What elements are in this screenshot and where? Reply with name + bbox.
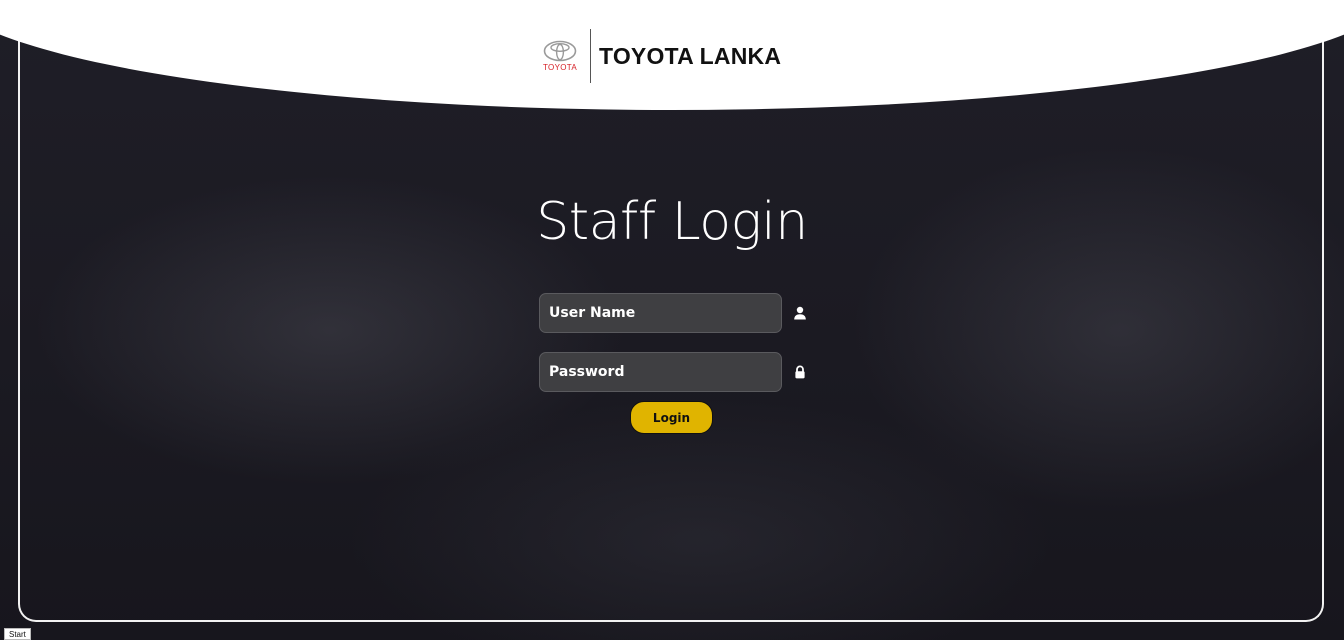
toyota-emblem-icon [543, 40, 577, 62]
lock-icon [793, 364, 807, 379]
logo-text: TOYOTA [543, 63, 577, 72]
brand-header: TOYOTA TOYOTA LANKA [540, 28, 781, 84]
login-button[interactable]: Login [630, 401, 713, 434]
toyota-logo: TOYOTA [540, 34, 580, 78]
brand-divider [590, 29, 591, 83]
password-input[interactable] [539, 352, 782, 392]
start-button[interactable]: Start [4, 628, 31, 640]
user-icon [793, 305, 807, 320]
page-title: Staff Login [536, 192, 808, 252]
login-page: TOYOTA TOYOTA LANKA Staff Login Login St… [0, 0, 1344, 640]
username-input[interactable] [539, 293, 782, 333]
brand-name: TOYOTA LANKA [599, 42, 782, 69]
